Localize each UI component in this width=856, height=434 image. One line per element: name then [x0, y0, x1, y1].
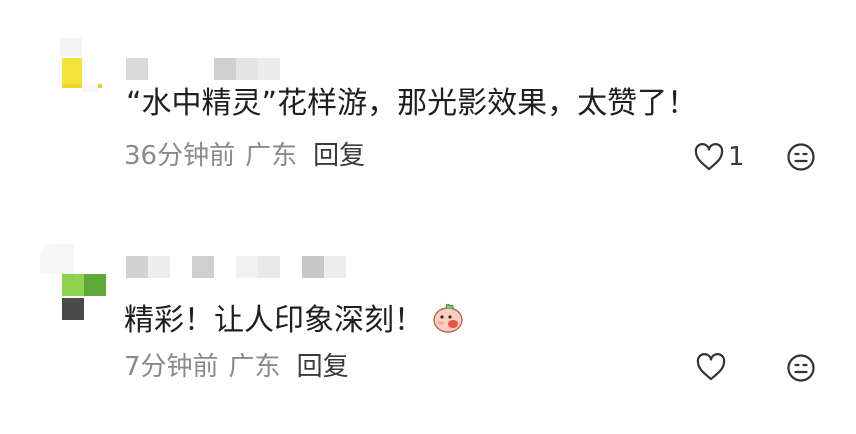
comment-location: 广东 — [228, 352, 281, 382]
comment-item: 精彩！让人印象深刻！ 7分钟前 广东 回复 — [0, 200, 856, 434]
username[interactable] — [126, 58, 296, 80]
avatar[interactable] — [40, 244, 106, 320]
neutral-face-icon — [787, 354, 815, 382]
comment-meta: 7分钟前 广东 回复 — [124, 352, 349, 382]
comment-text-content: 精彩！让人印象深刻！ — [124, 303, 424, 338]
reply-button[interactable]: 回复 — [297, 352, 349, 382]
like-count: 1 — [728, 142, 745, 172]
pig-face-emoji — [430, 299, 466, 344]
neutral-face-icon — [787, 143, 815, 171]
comment-item: “水中精灵”花样游，那光影效果，太赞了！ 36分钟前 广东 回复 1 — [0, 0, 856, 200]
username[interactable] — [126, 256, 356, 278]
comment-meta: 36分钟前 广东 回复 — [124, 141, 365, 171]
dislike-button[interactable] — [786, 142, 816, 176]
heart-icon — [696, 353, 726, 381]
comment-time: 7分钟前 — [124, 352, 219, 382]
comment-text: 精彩！让人印象深刻！ — [124, 299, 466, 344]
avatar[interactable] — [42, 38, 102, 98]
heart-icon — [694, 143, 724, 171]
comment-location: 广东 — [245, 141, 298, 171]
dislike-button[interactable] — [786, 353, 816, 387]
like-button[interactable] — [696, 353, 730, 381]
reply-button[interactable]: 回复 — [313, 141, 365, 171]
comment-time: 36分钟前 — [124, 141, 236, 171]
like-button[interactable]: 1 — [694, 142, 745, 172]
comment-text: “水中精灵”花样游，那光影效果，太赞了！ — [126, 86, 698, 121]
